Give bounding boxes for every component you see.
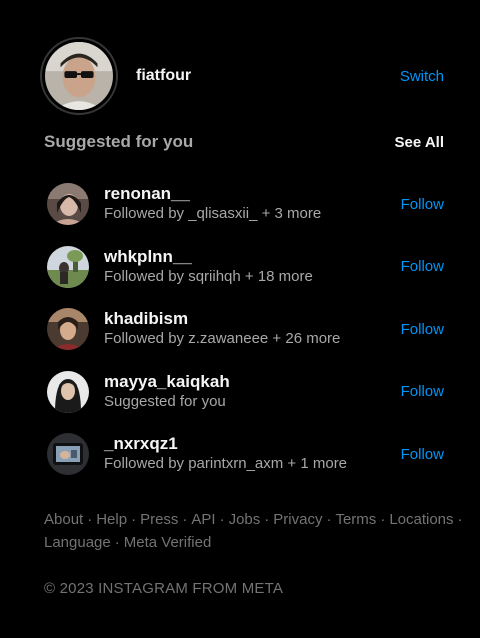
avatar-image	[47, 370, 89, 413]
profile-avatar-image	[45, 42, 113, 110]
follow-button[interactable]: Follow	[401, 446, 444, 463]
suggested-username[interactable]: _nxrxqz1	[104, 434, 401, 454]
avatar-image	[47, 308, 89, 351]
suggested-username[interactable]: khadibism	[104, 309, 401, 329]
footer-link-help[interactable]: Help	[96, 511, 127, 528]
list-item-text: mayya_kaiqkah Suggested for you	[104, 372, 401, 412]
footer-separator: ·	[87, 511, 93, 528]
suggested-username[interactable]: renonan__	[104, 184, 401, 204]
see-all-button[interactable]: See All	[395, 134, 444, 151]
profile-avatar[interactable]	[40, 37, 118, 115]
footer-separator: ·	[114, 534, 120, 551]
footer-link-locations[interactable]: Locations	[389, 511, 453, 528]
footer-link-api[interactable]: API	[191, 511, 215, 528]
suggestion-reason: Followed by z.zawaneee + 26 more	[104, 330, 341, 348]
avatar-image	[47, 183, 89, 226]
list-item-text: whkplnn__ Followed by sqriihqh + 18 more	[104, 247, 401, 287]
footer-links: About · Help · Press · API · Jobs · Privacy · Terms ·…	[44, 508, 463, 554]
avatar[interactable]	[47, 370, 89, 413]
list-item: mayya_kaiqkah Suggested for you Follow	[47, 361, 444, 424]
footer-separator: ·	[219, 511, 225, 528]
suggestions-list: renonan__ Followed by _qlisasxii_ + 3 mo…	[47, 173, 444, 486]
avatar[interactable]	[47, 183, 89, 226]
suggestion-reason: Followed by sqriihqh + 18 more	[104, 267, 313, 285]
list-item: _nxrxqz1 Followed by parintxrn_axm + 1 m…	[47, 423, 444, 486]
footer-separator: ·	[457, 511, 463, 528]
footer-link-meta-verified[interactable]: Meta Verified	[124, 534, 212, 551]
avatar-image	[47, 245, 89, 288]
list-item-text: renonan__ Followed by _qlisasxii_ + 3 mo…	[104, 184, 401, 224]
follow-button[interactable]: Follow	[401, 321, 444, 338]
footer-separator: ·	[182, 511, 188, 528]
profile-username[interactable]: fiatfour	[136, 67, 400, 85]
suggestion-reason: Followed by _qlisasxii_ + 3 more	[104, 205, 322, 223]
footer-separator: ·	[326, 511, 332, 528]
footer-link-privacy[interactable]: Privacy	[273, 511, 322, 528]
list-item-text: _nxrxqz1 Followed by parintxrn_axm + 1 m…	[104, 434, 401, 474]
footer-separator: ·	[131, 511, 137, 528]
footer-link-about[interactable]: About	[44, 511, 83, 528]
suggested-username[interactable]: whkplnn__	[104, 247, 401, 267]
footer-link-terms[interactable]: Terms	[335, 511, 376, 528]
switch-account-button[interactable]: Switch	[400, 68, 444, 85]
suggestions-header: Suggested for you See All	[44, 132, 444, 152]
footer-link-jobs[interactable]: Jobs	[229, 511, 261, 528]
suggestion-reason: Suggested for you	[104, 392, 226, 410]
avatar[interactable]	[47, 433, 89, 476]
list-item: whkplnn__ Followed by sqriihqh + 18 more…	[47, 236, 444, 299]
copyright-text: © 2023 INSTAGRAM FROM META	[44, 580, 284, 597]
list-item-text: khadibism Followed by z.zawaneee + 26 mo…	[104, 309, 401, 349]
footer-link-language[interactable]: Language	[44, 534, 111, 551]
follow-button[interactable]: Follow	[401, 258, 444, 275]
suggested-username[interactable]: mayya_kaiqkah	[104, 372, 401, 392]
footer-separator: ·	[264, 511, 270, 528]
avatar[interactable]	[47, 245, 89, 288]
list-item: renonan__ Followed by _qlisasxii_ + 3 mo…	[47, 173, 444, 236]
avatar[interactable]	[47, 308, 89, 351]
suggestion-reason: Followed by parintxrn_axm + 1 more	[104, 455, 348, 473]
footer-link-press[interactable]: Press	[140, 511, 178, 528]
suggestions-title: Suggested for you	[44, 132, 194, 151]
follow-button[interactable]: Follow	[401, 196, 444, 213]
avatar-image	[47, 433, 89, 476]
follow-button[interactable]: Follow	[401, 383, 444, 400]
footer-separator: ·	[380, 511, 386, 528]
current-account: fiatfour Switch	[40, 37, 444, 115]
list-item: khadibism Followed by z.zawaneee + 26 mo…	[47, 298, 444, 361]
